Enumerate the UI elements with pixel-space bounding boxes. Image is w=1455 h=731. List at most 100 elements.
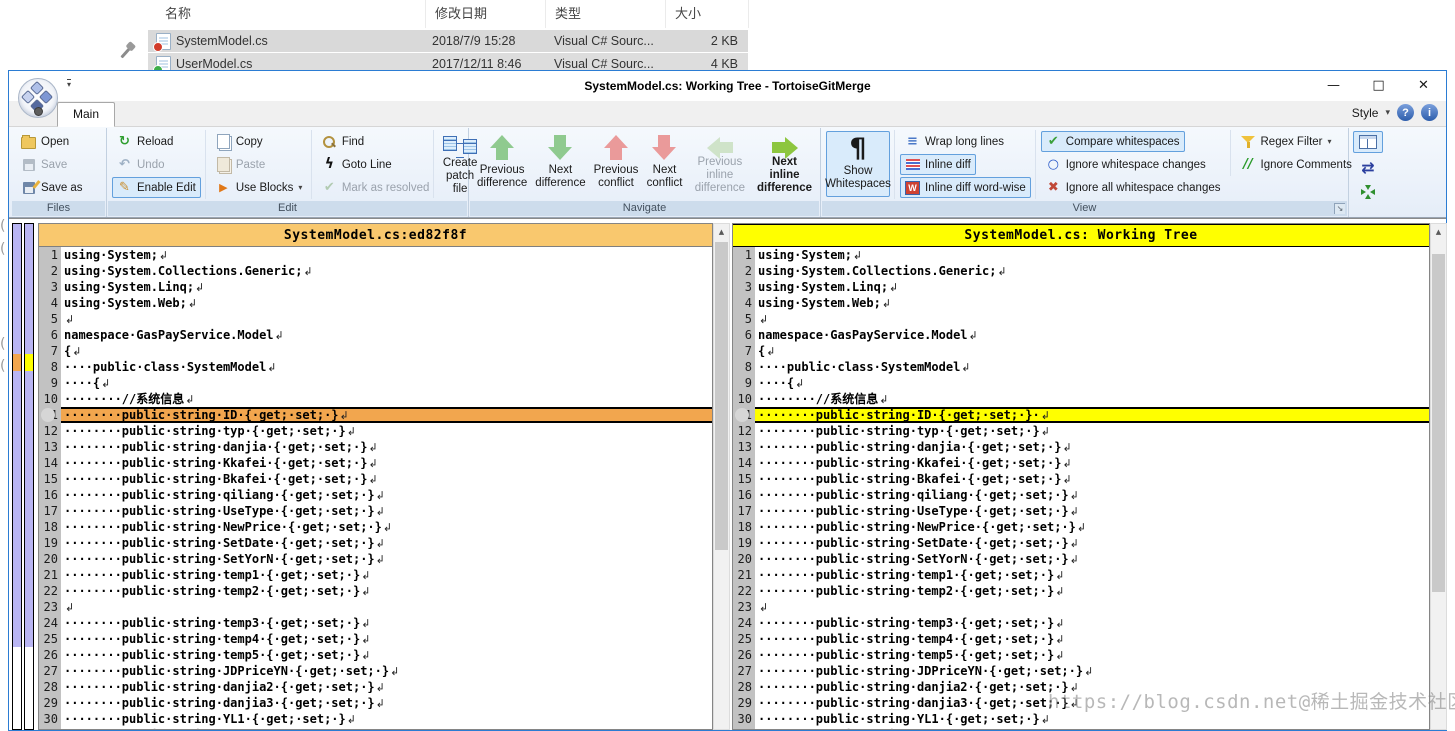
style-dropdown[interactable]: Style — [1352, 106, 1379, 120]
code-line[interactable]: 5 ↲ — [733, 311, 1429, 327]
code-line[interactable]: 11········public·string·ID·{·get;·set;·}… — [733, 407, 1429, 423]
code-line[interactable]: 25 ········public·string·temp4·{·get;·set… — [39, 631, 712, 647]
code-line[interactable]: 6 namespace·GasPayService.Model↲ — [39, 327, 712, 343]
copy-button[interactable]: Copy — [211, 131, 307, 152]
code-line[interactable]: 21 ········public·string·temp1·{·get;·set… — [733, 567, 1429, 583]
scroll-up-icon[interactable]: ▲ — [714, 224, 729, 240]
code-line[interactable]: 24 ········public·string·temp3·{·get;·set… — [39, 615, 712, 631]
paste-button[interactable]: Paste — [211, 154, 307, 175]
code-line[interactable]: 23 ↲ — [733, 599, 1429, 615]
code-line[interactable]: 29 ········public·string·danjia3·{·get;·s… — [733, 695, 1429, 711]
code-line[interactable]: 3 using·System.Linq;↲ — [733, 279, 1429, 295]
ignore-comments-button[interactable]: // Ignore Comments — [1236, 154, 1352, 175]
scrollbar-thumb[interactable] — [715, 242, 728, 550]
code-line[interactable]: 24 ········public·string·temp3·{·get;·set… — [733, 615, 1429, 631]
code-line[interactable]: 21 ········public·string·temp1·{·get;·set… — [39, 567, 712, 583]
previous-inline-difference-button[interactable]: Previous inline difference — [687, 130, 753, 196]
next-inline-difference-button[interactable]: Next inline difference — [753, 130, 816, 196]
code-line[interactable]: 14 ········public·string·Kkafei·{·get;·se… — [39, 455, 712, 471]
code-line[interactable]: 22 ········public·string·temp2·{·get;·set… — [733, 583, 1429, 599]
code-line[interactable]: 8 ····public·class·SystemModel↲ — [39, 359, 712, 375]
code-line[interactable]: 17 ········public·string·UseType·{·get;·s… — [39, 503, 712, 519]
ignore-all-whitespace-changes-button[interactable]: ✖ Ignore all whitespace changes — [1041, 177, 1226, 198]
code-line[interactable]: 10 ········//系统信息↲ — [39, 391, 712, 407]
open-button[interactable]: Open — [16, 131, 88, 152]
code-line[interactable]: 20 ········public·string·SetYorN·{·get;·s… — [733, 551, 1429, 567]
code-line[interactable]: 4 using·System.Web;↲ — [39, 295, 712, 311]
show-whitespaces-button[interactable]: ¶ Show Whitespaces — [825, 131, 891, 197]
style-caret-icon[interactable]: ▾ — [1385, 107, 1390, 118]
code-line[interactable]: 31········public·string·YL2·{·get;·set;·… — [733, 727, 1429, 729]
code-line[interactable]: 26 ········public·string·temp5·{·get;·set… — [733, 647, 1429, 663]
code-line[interactable]: 27 ········public·string·JDPriceYN·{·get;… — [39, 663, 712, 679]
code-line[interactable]: 7 {↲ — [733, 343, 1429, 359]
code-line[interactable]: 12 ········public·string·typ·{·get;·set;·… — [39, 423, 712, 439]
column-header-type[interactable]: 类型 — [545, 0, 665, 28]
save-button[interactable]: Save — [16, 154, 88, 175]
code-line[interactable]: 8 ····public·class·SystemModel↲ — [733, 359, 1429, 375]
right-pane-scrollbar[interactable]: ▲ — [1430, 223, 1447, 730]
next-conflict-button[interactable]: Next conflict — [642, 130, 686, 196]
code-line[interactable]: 1 using·System;↲ — [39, 247, 712, 263]
code-line[interactable]: 28 ········public·string·danjia2·{·get;·s… — [733, 679, 1429, 695]
code-line[interactable]: 13 ········public·string·danjia·{·get;·se… — [733, 439, 1429, 455]
app-logo-icon[interactable] — [18, 78, 58, 118]
left-pane-scrollbar[interactable]: ▲ — [713, 223, 730, 730]
code-line[interactable]: 18 ········public·string·NewPrice·{·get;·… — [39, 519, 712, 535]
file-row-systemmodel[interactable]: SystemModel.cs 2018/7/9 15:28 Visual C# … — [148, 30, 748, 52]
maximize-button[interactable]: □ — [1356, 71, 1401, 100]
compare-whitespaces-button[interactable]: ✔ Compare whitespaces — [1040, 131, 1185, 152]
inline-diff-word-wise-button[interactable]: W Inline diff word-wise — [900, 177, 1031, 198]
mark-as-resolved-button[interactable]: ✔ Mark as resolved — [317, 177, 430, 198]
inline-diff-button[interactable]: Inline diff — [900, 154, 976, 175]
code-line[interactable]: 27 ········public·string·JDPriceYN·{·get;… — [733, 663, 1429, 679]
close-button[interactable]: ✕ — [1401, 71, 1446, 100]
code-line[interactable]: 3 using·System.Linq;↲ — [39, 279, 712, 295]
code-line[interactable]: 2 using·System.Collections.Generic;↲ — [39, 263, 712, 279]
help-button[interactable]: ? — [1397, 104, 1414, 121]
code-line[interactable]: 28 ········public·string·danjia2·{·get;·s… — [39, 679, 712, 695]
code-line[interactable]: 30 ········public·string·YL1·{·get;·set;·… — [39, 711, 712, 727]
code-line[interactable]: 31········public·string·YL2·{·get;·set;·… — [39, 727, 712, 729]
code-line[interactable]: 10 ········//系统信息↲ — [733, 391, 1429, 407]
right-pane-code[interactable]: 1 using·System;↲ 2 using·System.Collections… — [733, 247, 1429, 729]
regex-filter-button[interactable]: Regex Filter ▾ — [1236, 131, 1348, 152]
save-as-button[interactable]: Save as — [16, 177, 88, 198]
code-line[interactable]: 30 ········public·string·YL1·{·get;·set;·… — [733, 711, 1429, 727]
minimize-button[interactable]: — — [1311, 71, 1356, 100]
code-line[interactable]: 11········public·string·ID·{·get;·set;·}… — [39, 407, 712, 423]
switch-views-button[interactable]: ⇄ — [1353, 156, 1383, 178]
code-line[interactable]: 17 ········public·string·UseType·{·get;·s… — [733, 503, 1429, 519]
left-pane-code[interactable]: 1 using·System;↲ 2 using·System.Collections… — [39, 247, 712, 729]
view-dialog-launcher[interactable]: ↘ — [1334, 203, 1345, 214]
code-line[interactable]: 19 ········public·string·SetDate·{·get;·s… — [39, 535, 712, 551]
code-line[interactable]: 16 ········public·string·qiliang·{·get;·s… — [733, 487, 1429, 503]
ignore-whitespace-changes-button[interactable]: ○ Ignore whitespace changes — [1041, 154, 1226, 175]
code-line[interactable]: 7 {↲ — [39, 343, 712, 359]
code-line[interactable]: 29 ········public·string·danjia3·{·get;·s… — [39, 695, 712, 711]
about-button[interactable]: i — [1421, 104, 1438, 121]
tab-main[interactable]: Main — [57, 102, 116, 127]
code-line[interactable]: 26 ········public·string·temp5·{·get;·set… — [39, 647, 712, 663]
code-line[interactable]: 22 ········public·string·temp2·{·get;·set… — [39, 583, 712, 599]
locator-bar-right[interactable] — [24, 223, 34, 648]
undo-button[interactable]: ↶ Undo — [112, 154, 201, 175]
code-line[interactable]: 15 ········public·string·Bkafei·{·get;·se… — [39, 471, 712, 487]
code-line[interactable]: 13 ········public·string·danjia·{·get;·se… — [39, 439, 712, 455]
use-blocks-button[interactable]: ▶ Use Blocks ▾ — [211, 177, 307, 198]
wrap-long-lines-button[interactable]: ≡ Wrap long lines — [900, 131, 1031, 152]
scrollbar-thumb[interactable] — [1432, 254, 1445, 592]
next-difference-button[interactable]: Next difference — [531, 130, 589, 196]
find-button[interactable]: Find — [317, 131, 429, 152]
pin-icon[interactable] — [120, 47, 131, 59]
code-line[interactable]: 18 ········public·string·NewPrice·{·get;·… — [733, 519, 1429, 535]
code-line[interactable]: 19 ········public·string·SetDate·{·get;·s… — [733, 535, 1429, 551]
reload-button[interactable]: ↻ Reload — [112, 131, 201, 152]
code-line[interactable]: 9 ····{↲ — [733, 375, 1429, 391]
scroll-up-icon[interactable]: ▲ — [1431, 224, 1446, 240]
code-line[interactable]: 6 namespace·GasPayService.Model↲ — [733, 327, 1429, 343]
enable-edit-button[interactable]: ✎ Enable Edit — [112, 177, 201, 198]
code-line[interactable]: 25 ········public·string·temp4·{·get;·set… — [733, 631, 1429, 647]
code-line[interactable]: 23 ↲ — [39, 599, 712, 615]
column-header-size[interactable]: 大小 — [665, 0, 748, 28]
